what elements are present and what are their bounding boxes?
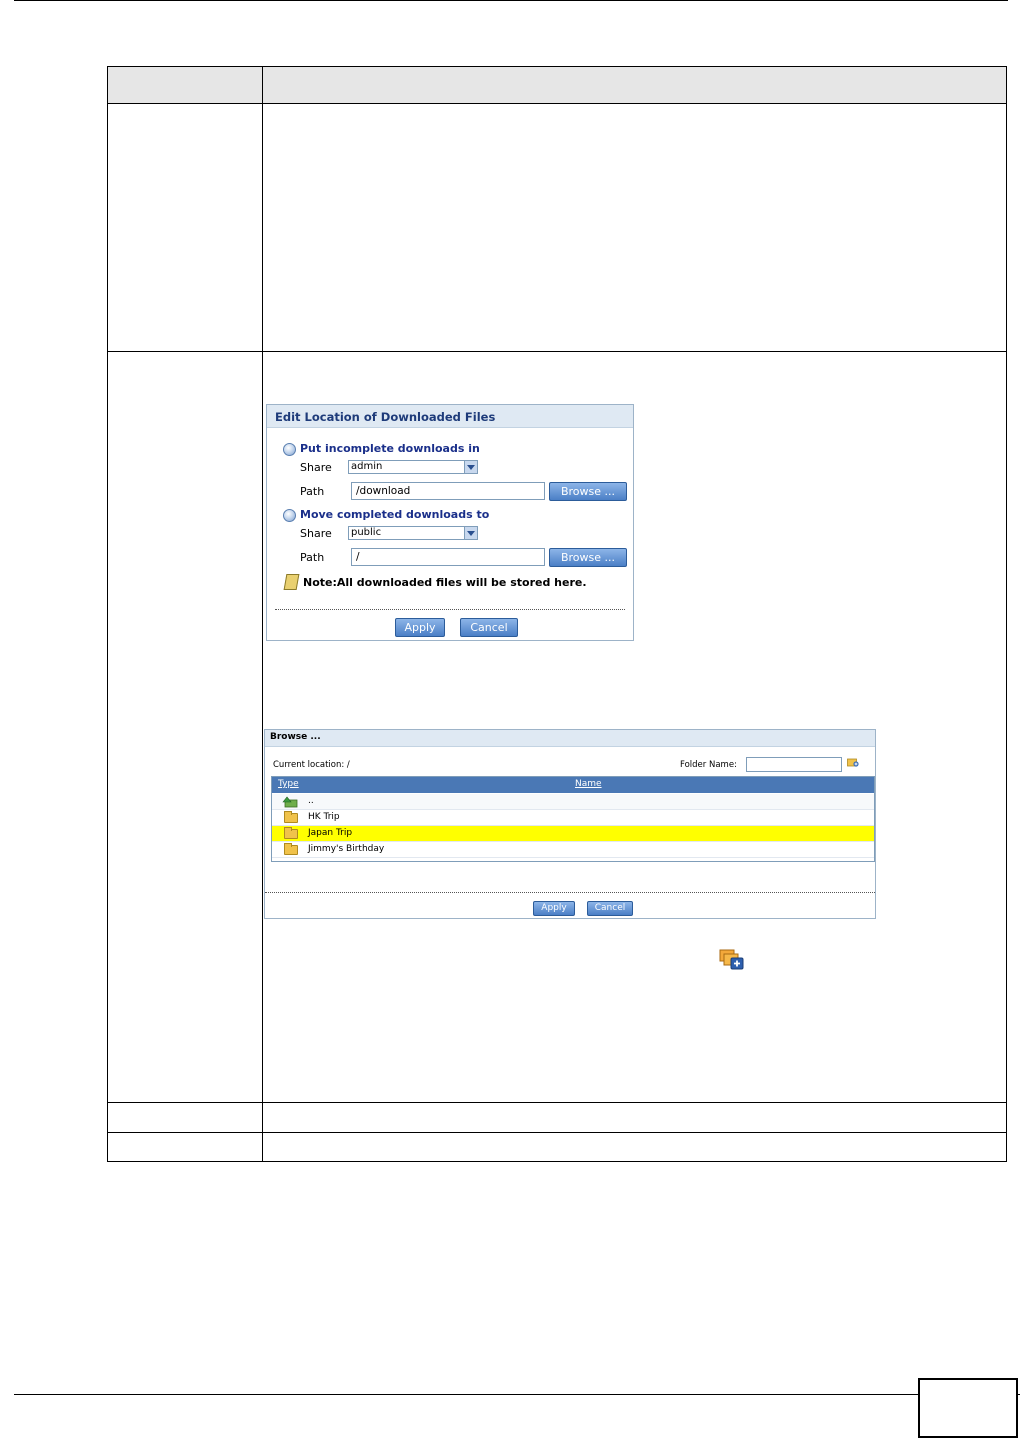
list-item-name: HK Trip: [308, 812, 340, 822]
path-label: Path: [300, 551, 325, 564]
new-folder-icon[interactable]: [847, 757, 859, 767]
column-header-type[interactable]: Type: [278, 779, 299, 789]
note-text: Note:All downloaded files will be stored…: [303, 576, 587, 589]
page-number-box: [918, 1378, 1018, 1438]
current-location: Current location: /: [273, 760, 350, 770]
path-input-value: /: [356, 551, 360, 563]
apply-button[interactable]: Apply: [533, 901, 575, 916]
incomplete-label: Put incomplete downloads in: [300, 442, 480, 455]
browse-button-incomplete[interactable]: Browse ...: [549, 482, 627, 501]
share-select-completed[interactable]: public: [348, 526, 478, 540]
completed-label: Move completed downloads to: [300, 508, 490, 521]
share-label: Share: [300, 527, 332, 540]
dialog-divider: [275, 609, 625, 610]
note-icon: [283, 574, 300, 590]
up-folder-icon: [282, 796, 298, 808]
share-label: Share: [300, 461, 332, 474]
chevron-down-icon: [464, 527, 477, 539]
footer-rule: [14, 1394, 1020, 1395]
apply-button[interactable]: Apply: [395, 618, 445, 637]
dialog-title: Browse ...: [270, 732, 321, 742]
share-select-incomplete[interactable]: admin: [348, 460, 478, 474]
dialog-title-bar: Edit Location of Downloaded Files: [267, 405, 633, 428]
column-header-name[interactable]: Name: [575, 779, 602, 789]
list-item[interactable]: Jimmy's Birthday: [272, 842, 874, 858]
folder-icon: [284, 827, 298, 839]
header-rule: [14, 0, 1008, 1]
table-header-row: [108, 67, 1006, 104]
path-input-value: /download: [356, 485, 411, 497]
browse-dialog: Browse ... Current location: / Folder Na…: [264, 729, 876, 919]
table-row-divider: [108, 1132, 1006, 1133]
folder-list-header: Type Name: [272, 777, 874, 793]
share-select-value: public: [351, 527, 382, 538]
path-input-incomplete[interactable]: /download: [351, 482, 545, 500]
folder-name-input[interactable]: [746, 757, 842, 772]
edit-location-dialog: Edit Location of Downloaded Files Put in…: [266, 404, 634, 641]
dialog-divider: [265, 892, 875, 893]
browse-button-completed[interactable]: Browse ...: [549, 548, 627, 567]
path-label: Path: [300, 485, 325, 498]
list-item[interactable]: ..: [272, 794, 874, 810]
dialog-title: Edit Location of Downloaded Files: [275, 410, 496, 424]
new-folder-icon: [719, 949, 744, 970]
table-row-divider: [108, 351, 1006, 352]
folder-name-label: Folder Name:: [680, 760, 737, 770]
folder-icon: [284, 811, 298, 823]
cancel-button[interactable]: Cancel: [587, 901, 633, 916]
list-item-name: ..: [308, 796, 314, 806]
folder-list: Type Name .. HK Trip Japan Trip Jimmy's …: [271, 776, 875, 862]
list-item-name: Jimmy's Birthday: [308, 844, 385, 854]
completed-radio[interactable]: [283, 509, 296, 522]
share-select-value: admin: [351, 461, 383, 472]
list-item-name: Japan Trip: [308, 828, 353, 838]
table-row-divider: [108, 1102, 1006, 1103]
cancel-button[interactable]: Cancel: [460, 618, 518, 637]
list-item[interactable]: HK Trip: [272, 810, 874, 826]
list-item-selected[interactable]: Japan Trip: [272, 826, 874, 842]
incomplete-radio[interactable]: [283, 443, 296, 456]
dialog-title-bar: Browse ...: [265, 730, 875, 747]
column-divider: [262, 67, 263, 1161]
path-input-completed[interactable]: /: [351, 548, 545, 566]
chevron-down-icon: [464, 461, 477, 473]
folder-icon: [284, 843, 298, 855]
